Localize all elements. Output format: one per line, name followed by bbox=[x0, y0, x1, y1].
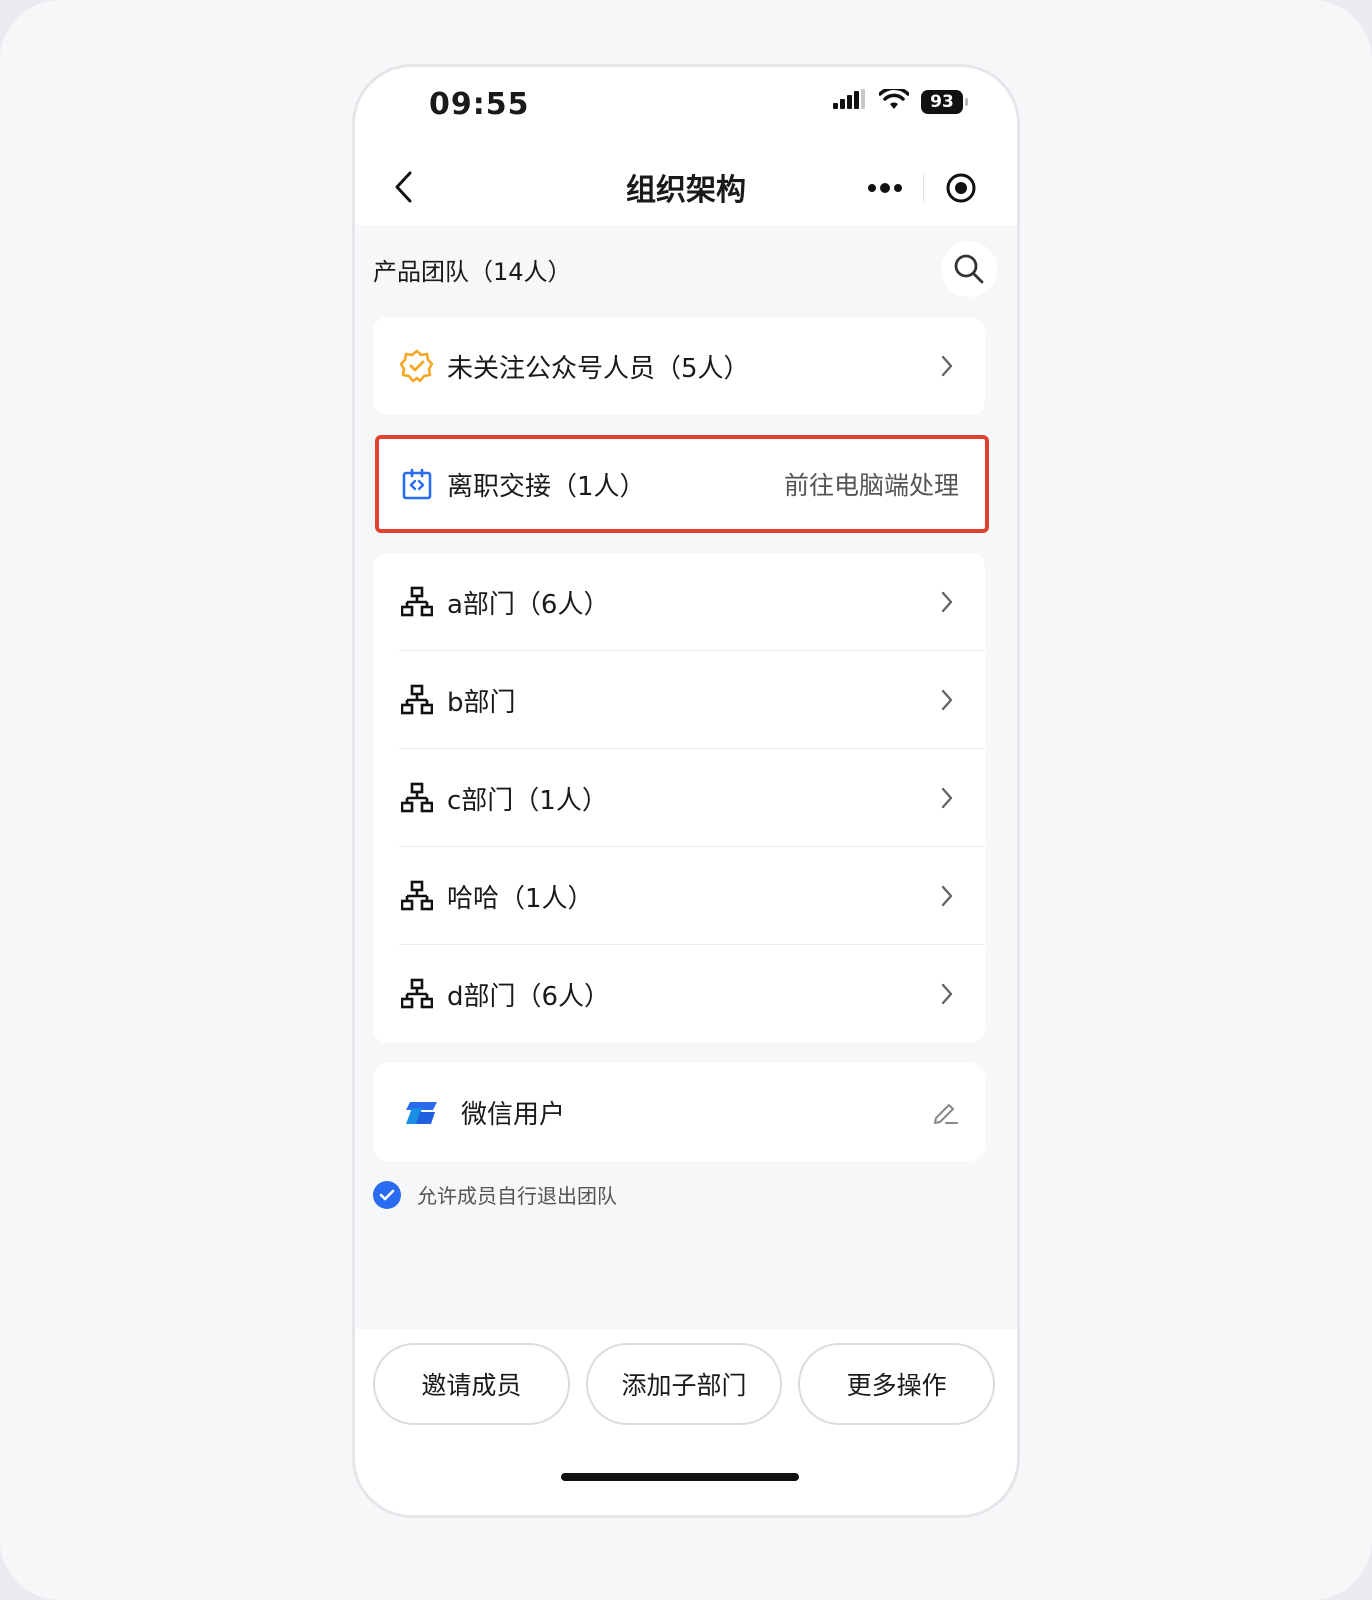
handover-label: 离职交接（1人） bbox=[447, 471, 646, 502]
search-button[interactable] bbox=[941, 241, 997, 297]
department-item-b[interactable]: b部门 bbox=[373, 651, 985, 749]
department-label: 哈哈（1人） bbox=[447, 883, 594, 914]
target-close-icon bbox=[946, 173, 976, 203]
chevron-right-icon bbox=[935, 786, 959, 810]
allow-exit-label: 允许成员自行退出团队 bbox=[417, 1184, 617, 1208]
phone-frame: 09:55 93 组织架构 产品团队（14人） 未关注公众号人员（5人） 离职交… bbox=[352, 64, 1020, 1518]
chevron-right-icon bbox=[935, 354, 959, 378]
nav-bar: 组织架构 bbox=[355, 151, 1017, 225]
department-item-c[interactable]: c部门（1人） bbox=[373, 749, 985, 847]
badge-check-icon bbox=[399, 348, 435, 384]
mini-program-capsule bbox=[847, 159, 999, 217]
unfollowed-row[interactable]: 未关注公众号人员（5人） bbox=[373, 317, 985, 415]
unfollowed-label: 未关注公众号人员（5人） bbox=[447, 353, 750, 384]
chevron-right-icon bbox=[935, 884, 959, 908]
more-menu-button[interactable] bbox=[847, 159, 923, 217]
wechat-users-card: 微信用户 bbox=[373, 1063, 985, 1161]
department-label: c部门（1人） bbox=[447, 785, 608, 816]
more-actions-button[interactable]: 更多操作 bbox=[798, 1343, 996, 1425]
chevron-right-icon bbox=[935, 688, 959, 712]
action-buttons: 邀请成员 添加子部门 更多操作 bbox=[373, 1343, 996, 1425]
org-chart-icon bbox=[399, 976, 435, 1012]
cellular-signal-icon bbox=[833, 89, 867, 115]
wechat-users-label: 微信用户 bbox=[461, 1099, 566, 1130]
handover-card: 离职交接（1人） 前往电脑端处理 bbox=[373, 435, 985, 533]
close-miniprogram-button[interactable] bbox=[924, 159, 1000, 217]
handover-row[interactable]: 离职交接（1人） 前往电脑端处理 bbox=[373, 435, 985, 533]
status-icons: 93 bbox=[833, 86, 968, 115]
home-indicator bbox=[561, 1473, 799, 1481]
unfollowed-card: 未关注公众号人员（5人） bbox=[373, 317, 985, 415]
wifi-icon bbox=[878, 86, 910, 115]
department-item-d[interactable]: d部门（6人） bbox=[373, 945, 985, 1043]
department-item-a[interactable]: a部门（6人） bbox=[373, 553, 985, 651]
chevron-right-icon bbox=[935, 982, 959, 1006]
department-list: a部门（6人） b部门 c部门（1人） 哈哈（1人） d部门（6人） bbox=[373, 553, 985, 1043]
search-icon bbox=[954, 254, 984, 284]
team-title: 产品团队（14人） bbox=[373, 257, 572, 286]
checkmark-icon bbox=[373, 1180, 401, 1209]
team-header: 产品团队（14人） bbox=[373, 237, 997, 301]
add-sub-department-button[interactable]: 添加子部门 bbox=[585, 1343, 783, 1425]
allow-exit-checkbox[interactable]: 允许成员自行退出团队 bbox=[373, 1180, 617, 1209]
department-item-haha[interactable]: 哈哈（1人） bbox=[373, 847, 985, 945]
department-label: a部门（6人） bbox=[447, 589, 610, 620]
org-chart-icon bbox=[399, 878, 435, 914]
org-chart-icon bbox=[399, 780, 435, 816]
org-chart-icon bbox=[399, 682, 435, 718]
handover-action-link[interactable]: 前往电脑端处理 bbox=[784, 466, 959, 502]
department-label: d部门（6人） bbox=[447, 981, 611, 1012]
wechat-users-row[interactable]: 微信用户 bbox=[373, 1063, 985, 1161]
battery-indicator: 93 bbox=[921, 90, 968, 114]
wechat-work-logo-icon bbox=[399, 1094, 443, 1130]
bottom-action-bar: 邀请成员 添加子部门 更多操作 bbox=[355, 1329, 1017, 1515]
edit-pencil-icon[interactable] bbox=[931, 1100, 959, 1124]
org-chart-icon bbox=[399, 584, 435, 620]
status-time: 09:55 bbox=[429, 87, 530, 122]
more-dots-icon bbox=[867, 183, 902, 193]
invite-members-button[interactable]: 邀请成员 bbox=[373, 1343, 570, 1425]
transfer-icon bbox=[399, 466, 435, 502]
chevron-right-icon bbox=[935, 590, 959, 614]
department-label: b部门 bbox=[447, 687, 516, 718]
